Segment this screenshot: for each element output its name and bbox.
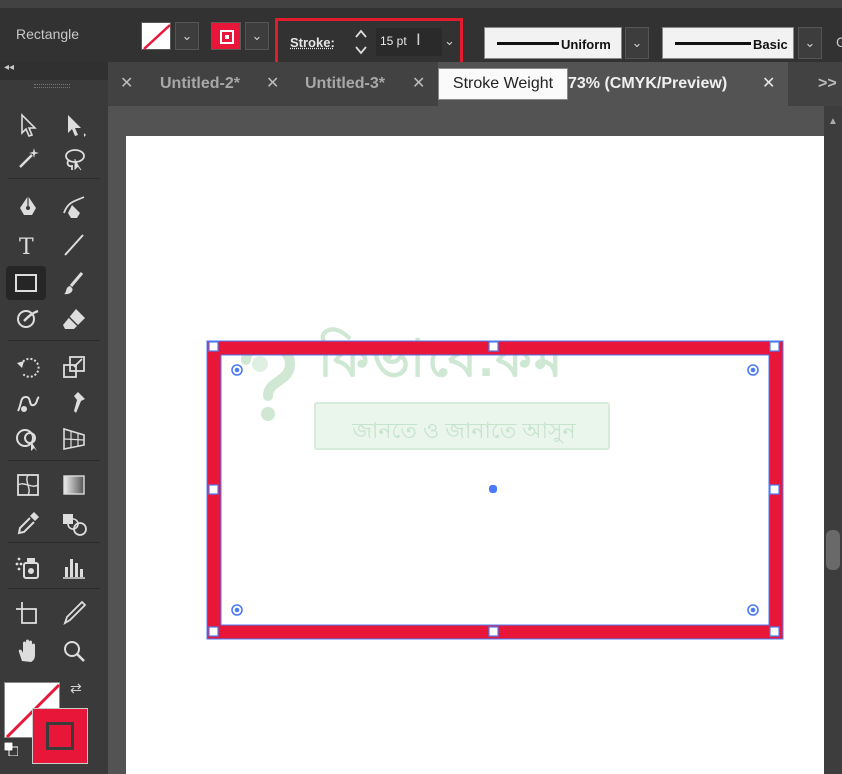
scroll-up-icon[interactable]: ▲ [828,116,838,127]
default-colors-icon[interactable] [3,741,19,757]
basic-brush-icon [675,42,751,45]
collapse-panel-button[interactable]: ◂◂ [0,62,108,80]
slice-tool-icon[interactable] [54,596,94,630]
tool-separator [8,588,100,589]
curvature-tool-icon[interactable] [54,190,94,224]
shape-builder-icon[interactable] [8,422,48,456]
stroke-weight-dropdown[interactable]: ⌄ [444,33,455,49]
perspective-grid-icon[interactable] [54,422,94,456]
fill-dropdown[interactable]: ⌄ [175,22,199,50]
tab-close-icon[interactable]: ✕ [120,62,133,106]
paintbrush-icon[interactable] [54,266,94,300]
stroke-label[interactable]: Stroke: [290,35,335,50]
rectangle-tool-icon[interactable] [6,266,46,300]
eyedropper-icon[interactable] [8,506,48,540]
control-overflow-text: G [836,34,842,50]
mesh-tool-icon[interactable] [8,468,48,502]
swap-colors-icon[interactable]: ⇄ [70,680,82,697]
stroke-dropdown[interactable]: ⌄ [245,22,269,50]
brush-dropdown[interactable]: ⌄ [798,27,822,59]
tab-label: Untitled-3* [305,75,385,92]
warp-tool-icon[interactable] [8,386,48,420]
variable-width-profile[interactable]: Uniform [484,27,622,59]
profile-dropdown[interactable]: ⌄ [625,27,649,59]
tool-separator [8,542,100,543]
gradient-tool-icon[interactable] [54,468,94,502]
spinner-arrows-icon [355,29,367,55]
stroke-weight-input[interactable]: 15 pt [376,28,442,56]
tab-untitled-3[interactable]: Untitled-3* [291,62,411,106]
brush-label: Basic [753,37,788,52]
symbol-sprayer-icon[interactable] [8,550,48,584]
stroke-color-icon [220,30,234,44]
pen-tool-icon[interactable] [8,190,48,224]
direct-selection-tool-icon[interactable] [54,108,94,142]
stroke-color-swatch[interactable] [32,708,88,764]
stroke-weight-tooltip: Stroke Weight [438,68,568,100]
graph-tool-icon[interactable] [54,550,94,584]
puppet-warp-icon[interactable] [54,386,94,420]
selection-tool-icon[interactable] [8,108,48,142]
line-tool-icon[interactable] [54,228,94,262]
zoom-tool-icon[interactable] [54,634,94,668]
type-tool-icon[interactable]: T [8,228,48,262]
tools-panel: ◂◂ T ⇄ [0,62,108,774]
magic-wand-icon[interactable] [8,142,48,176]
tool-separator [8,178,100,179]
panel-grip[interactable] [34,84,70,88]
stroke-weight-value: 15 pt [380,34,407,48]
tool-separator [8,340,100,341]
tab-label: 73% (CMYK/Preview) [568,75,728,92]
svg-text:T: T [19,235,34,259]
shaper-tool-icon[interactable] [8,302,48,336]
tool-separator [8,460,100,461]
vertical-scrollbar[interactable]: ▲ [824,106,842,774]
uniform-line-icon [497,42,559,45]
control-bar: Rectangle ⌄ ⌄ Stroke: 15 pt I ⌄ Uniform … [0,0,842,66]
artboard-tool-icon[interactable] [8,596,48,630]
tab-close-icon[interactable]: ✕ [762,62,775,106]
hand-tool-icon[interactable] [8,634,48,668]
tab-close-icon[interactable]: ✕ [412,62,425,106]
profile-label: Uniform [561,37,611,52]
tab-untitled-2[interactable]: Untitled-2* [146,62,266,106]
blend-tool-icon[interactable] [54,506,94,540]
eraser-icon[interactable] [54,302,94,336]
center-point [489,485,497,493]
scale-tool-icon[interactable] [54,350,94,384]
rotate-tool-icon[interactable] [8,350,48,384]
bounding-box-handles[interactable] [200,334,792,646]
tab-label: Untitled-2* [160,75,240,92]
text-cursor-icon: I [416,30,421,49]
stroke-weight-highlight: Stroke: 15 pt I ⌄ [275,18,463,66]
tab-overflow-button[interactable]: >> [818,62,837,106]
stroke-swatch[interactable] [211,22,241,50]
lasso-icon[interactable] [54,142,94,176]
illustrator-window: Rectangle ⌄ ⌄ Stroke: 15 pt I ⌄ Uniform … [0,0,842,774]
tab-close-icon[interactable]: ✕ [266,62,279,106]
brush-definition[interactable]: Basic [662,27,794,59]
fill-swatch[interactable] [141,22,171,50]
none-fill-icon [143,24,171,50]
stroke-inner-box [46,722,74,750]
current-tool-label: Rectangle [16,26,80,42]
stroke-spinner[interactable] [350,27,372,57]
scroll-thumb[interactable] [826,530,840,570]
